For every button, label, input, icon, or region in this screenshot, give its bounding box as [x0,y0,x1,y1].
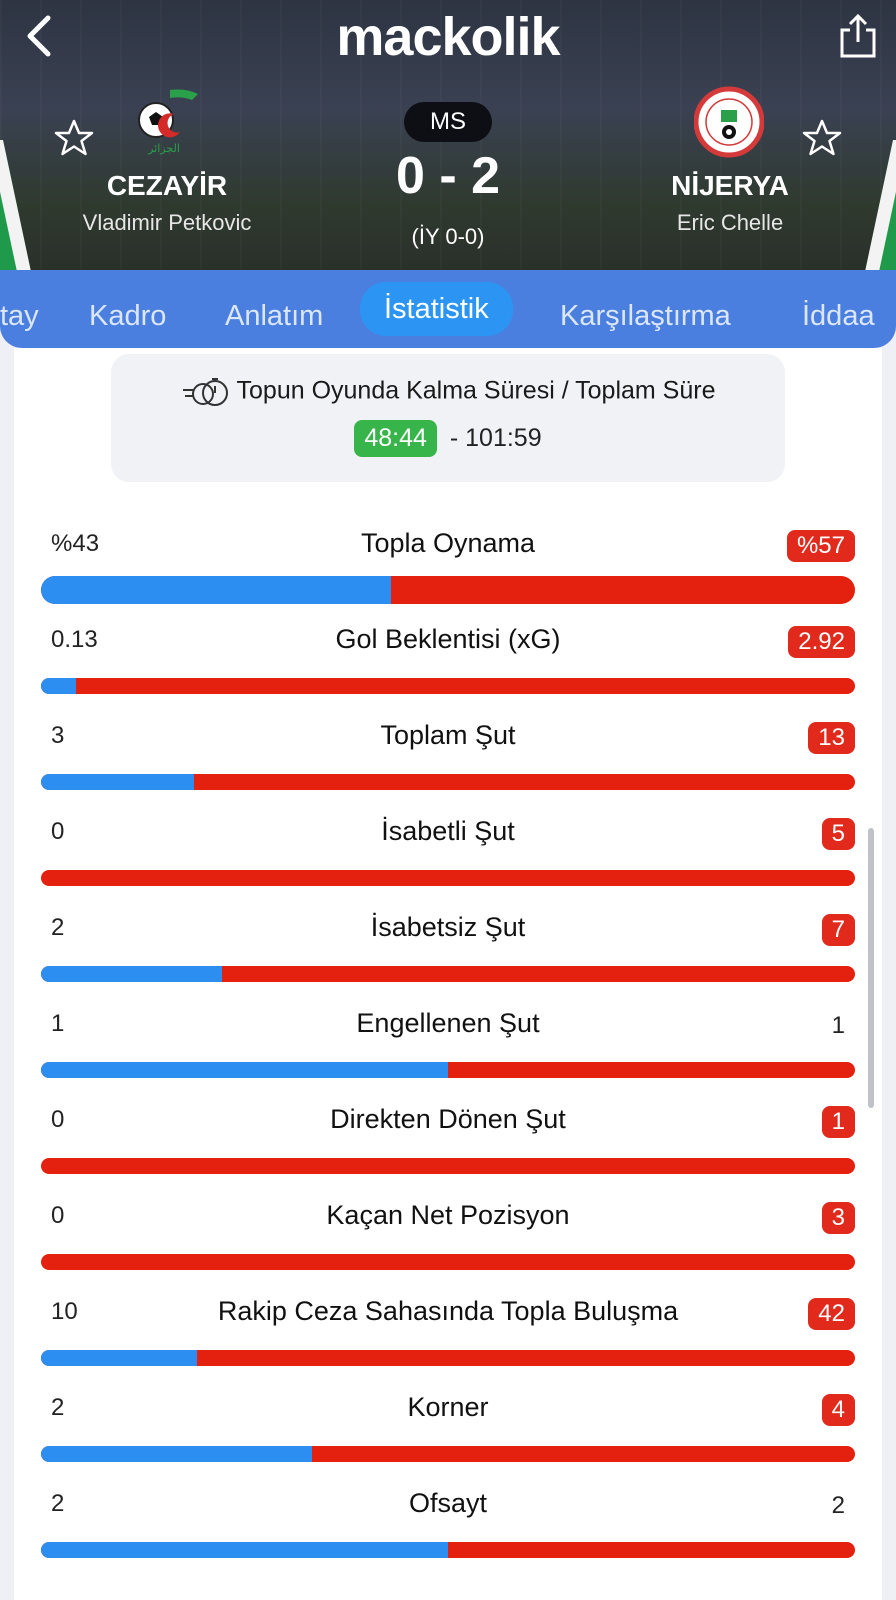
tab-bar: tay Kadro Anlatım İstatistik Karşılaştır… [0,270,896,348]
stat-comparison-bar [41,1158,855,1174]
ball-time-title: Topun Oyunda Kalma Süresi / Toplam Süre [236,376,716,405]
home-coach-name: Vladimir Petkovic [82,210,252,235]
stat-away-value: 7 [821,914,855,946]
stat-label: Topla Oynama [360,528,536,558]
stat-label: Rakip Ceza Sahasında Topla Buluşma [217,1296,679,1326]
app-logo: mackolik [336,7,560,67]
stat-label: Kaçan Net Pozisyon [326,1200,570,1230]
stat-away-value: 42 [808,1298,855,1330]
ball-time-heading: Topun Oyunda Kalma Süresi / Toplam Süre [111,376,785,408]
stat-away-value: 2.92 [788,626,855,658]
stat-home-bar-fill [41,576,392,604]
stat-row: 0.13 Gol Beklentisi (xG) 2.92 [41,614,855,710]
stat-comparison-bar [41,774,855,790]
stat-comparison-bar [41,966,855,982]
stat-comparison-bar [41,1350,855,1366]
stat-label: İsabetsiz Şut [370,912,526,942]
stat-label: İsabetli Şut [381,816,515,846]
stat-row: %43 Topla Oynama %57 [41,518,855,614]
stat-row: 0 İsabetli Şut 5 [41,806,855,902]
stat-label: Engellenen Şut [356,1008,540,1038]
stat-comparison-bar [41,576,855,604]
stopwatch-icon [182,378,228,406]
stat-row: 2 Ofsayt 2 [41,1478,855,1574]
stat-home-bar-fill [41,774,194,790]
stat-row: 0 Kaçan Net Pozisyon 3 [41,1190,855,1286]
stat-home-bar-fill [41,1062,448,1078]
share-icon[interactable] [838,12,878,60]
tab-istatistik[interactable]: İstatistik [360,282,513,336]
tab-anlatim[interactable]: Anlatım [225,290,323,342]
tab-iddaa[interactable]: İddaa [802,290,875,342]
tab-kadro-detay[interactable]: tay [0,290,39,342]
ball-in-play-time: 48:44 [354,420,437,457]
stat-row: 3 Toplam Şut 13 [41,710,855,806]
stat-away-value: 3 [821,1202,855,1234]
ball-time-values: 48:44 - 101:59 [111,420,785,457]
stat-home-bar-fill [41,1542,448,1558]
stat-home-bar-fill [41,966,222,982]
stat-home-bar-fill [41,678,76,694]
stat-row: 10 Rakip Ceza Sahasında Topla Buluşma 42 [41,1286,855,1382]
stat-label: Direkten Dönen Şut [330,1104,566,1134]
scrollbar[interactable] [868,828,874,1108]
svg-text:الجزائر: الجزائر [147,143,180,155]
stat-home-bar-fill [41,1446,313,1462]
stat-label: Gol Beklentisi (xG) [335,624,561,654]
match-score: 0 - 2 [395,147,501,205]
away-team-name[interactable]: NİJERYA [610,170,850,202]
ball-in-play-card: Topun Oyunda Kalma Süresi / Toplam Süre … [111,354,785,482]
stat-label: Ofsayt [408,1488,488,1518]
match-header: mackolik الجزائر CEZAYİR Vladimir Petkov… [0,0,896,272]
stat-comparison-bar [41,870,855,886]
tab-karsilastirma[interactable]: Karşılaştırma [560,290,731,342]
stat-away-value: 1 [821,1106,855,1138]
home-team-crest-icon: الجزائر [138,89,198,155]
tab-kadro[interactable]: Kadro [89,290,166,342]
away-team-crest-icon [694,86,764,158]
match-status-badge: MS [404,102,492,142]
stat-row: 0 Direkten Dönen Şut 1 [41,1094,855,1190]
stat-row: 2 İsabetsiz Şut 7 [41,902,855,998]
favorite-star-icon-home[interactable] [54,118,94,158]
stat-comparison-bar [41,1446,855,1462]
stat-comparison-bar [41,678,855,694]
stat-away-value: 1 [831,1012,845,1039]
stat-label: Toplam Şut [380,720,516,750]
stat-away-value: 4 [821,1394,855,1426]
stat-away-value: 5 [821,818,855,850]
stat-comparison-bar [41,1062,855,1078]
stat-label: Korner [407,1392,489,1422]
stat-comparison-bar [41,1542,855,1558]
favorite-star-icon-away[interactable] [802,118,842,158]
home-team-name[interactable]: CEZAYİR [47,170,287,202]
stat-row: 1 Engellenen Şut 1 [41,998,855,1094]
stat-away-value: 13 [808,722,855,754]
stat-home-bar-fill [41,1350,198,1366]
stat-away-value: 2 [831,1492,845,1519]
stat-comparison-bar [41,1254,855,1270]
half-time-score: (İY 0-0) [411,224,485,249]
stat-away-value: %57 [786,530,855,562]
stat-row: 2 Korner 4 [41,1382,855,1478]
total-time: - 101:59 [449,424,542,452]
away-coach-name: Eric Chelle [676,210,784,235]
